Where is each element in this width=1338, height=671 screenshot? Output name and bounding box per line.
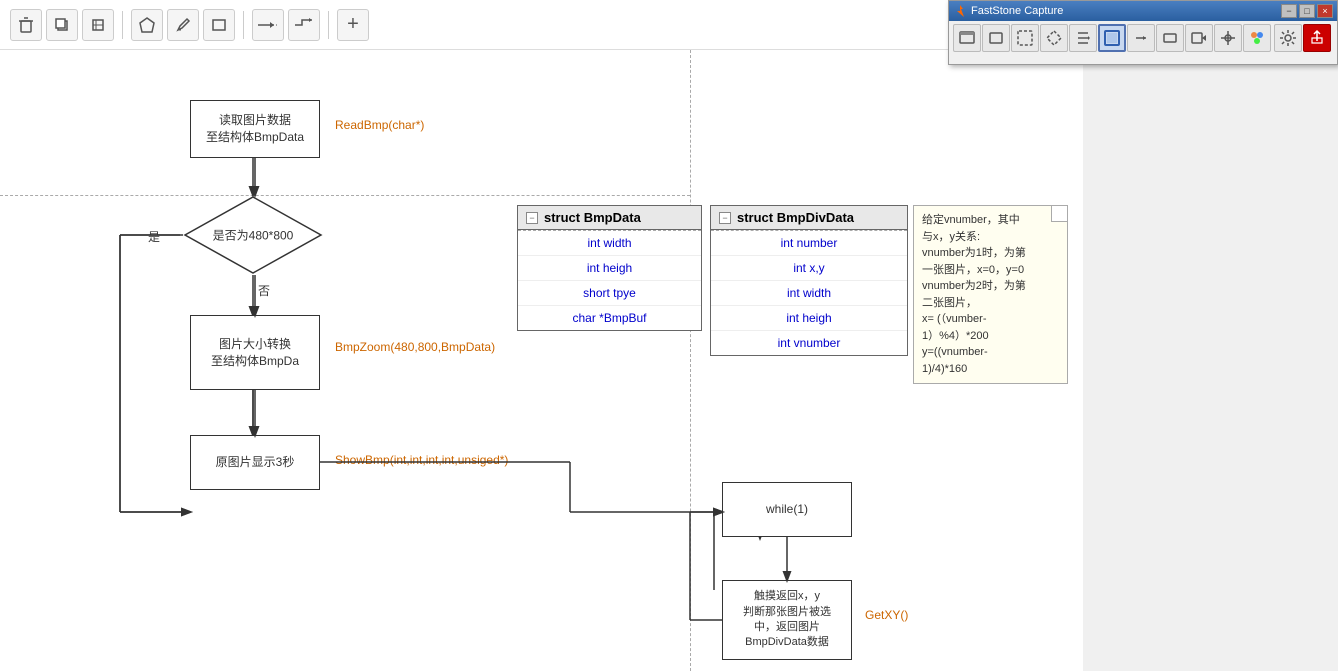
fs-scroll-btn[interactable] <box>1069 24 1097 52</box>
pen-button[interactable] <box>167 9 199 41</box>
struct-bmpdata-header: − struct BmpData <box>518 206 701 230</box>
fs-share-btn[interactable] <box>1303 24 1331 52</box>
struct-bmpdata-field-2: short tpye <box>518 281 701 306</box>
fs-color-btn[interactable] <box>1243 24 1271 52</box>
read-bmp-text: 读取图片数据至结构体BmpData <box>206 112 304 146</box>
separator-line-v <box>690 50 691 671</box>
fs-window-controls: − □ × <box>1281 4 1333 18</box>
separator2 <box>243 11 244 39</box>
fs-toolbar-buttons <box>949 21 1337 55</box>
diagram-toolbar: + <box>0 0 960 50</box>
fs-close-button[interactable]: × <box>1317 4 1333 18</box>
rect-button[interactable] <box>203 9 235 41</box>
fs-freehand-btn[interactable] <box>1040 24 1068 52</box>
while1-box: while(1) <box>722 482 852 537</box>
note-box: 给定vnumber，其中 与x，y关系: vnumber为1时，为第 一张图片，… <box>913 205 1068 384</box>
fs-screen-active-btn[interactable] <box>1098 24 1126 52</box>
showbmp-fn-label: ShowBmp(int,int,int,int,unsiged*) <box>335 453 508 467</box>
struct-bmpdata: − struct BmpData int width int heigh sho… <box>517 205 702 331</box>
getxy-fn-label: GetXY() <box>865 608 908 622</box>
bmpzoom-fn-label: BmpZoom(480,800,BmpData) <box>335 340 495 354</box>
fs-title-left: FastStone Capture <box>953 4 1063 18</box>
diagram-content: − struct BmpData int width int heigh sho… <box>0 50 1083 671</box>
delete-button[interactable] <box>10 9 42 41</box>
struct-bmpdivdata: − struct BmpDivData int number int x,y i… <box>710 205 908 356</box>
while1-text: while(1) <box>766 501 808 518</box>
main-canvas: + <box>0 0 1083 671</box>
struct-bmpdivdata-field-4: int vnumber <box>711 331 907 355</box>
separator-line-h1 <box>0 195 690 196</box>
struct-bmpdata-title: struct BmpData <box>544 210 641 225</box>
copy2-button[interactable] <box>82 9 114 41</box>
struct-bmpdata-field-3: char *BmpBuf <box>518 306 701 330</box>
fs-arrow-btn[interactable] <box>1127 24 1155 52</box>
fs-title-text: FastStone Capture <box>971 5 1063 17</box>
connector-button[interactable] <box>288 9 320 41</box>
struct-bmpdata-collapse[interactable]: − <box>526 212 538 224</box>
copy1-button[interactable] <box>46 9 78 41</box>
add-button[interactable]: + <box>337 9 369 41</box>
check-480-text: 是否为480*800 <box>213 227 294 244</box>
touch-return-box: 触摸返回x，y判断那张图片被选中，返回图片BmpDivData数据 <box>722 580 852 660</box>
zoom-bmp-text: 图片大小转换至结构体BmpDa <box>211 336 299 370</box>
faststone-icon <box>953 4 967 18</box>
fs-settings-btn[interactable] <box>1274 24 1302 52</box>
note-text: 给定vnumber，其中 与x，y关系: vnumber为1时，为第 一张图片，… <box>922 212 1059 377</box>
zoom-bmp-box: 图片大小转换至结构体BmpDa <box>190 315 320 390</box>
add-icon: + <box>347 13 359 36</box>
separator3 <box>328 11 329 39</box>
clear-button[interactable] <box>131 9 163 41</box>
readbmp-fn-label: ReadBmp(char*) <box>335 118 424 132</box>
fs-region-btn[interactable] <box>1011 24 1039 52</box>
no-label: 否 <box>258 282 270 299</box>
show-bmp-box: 原图片显示3秒 <box>190 435 320 490</box>
fs-crosshair-btn[interactable] <box>1214 24 1242 52</box>
fs-window-btn[interactable] <box>982 24 1010 52</box>
struct-bmpdata-field-0: int width <box>518 231 701 256</box>
note-fold <box>1051 206 1067 222</box>
fs-fixed-btn[interactable] <box>1156 24 1184 52</box>
separator1 <box>122 11 123 39</box>
read-bmp-box: 读取图片数据至结构体BmpData <box>190 100 320 158</box>
fs-active-window-btn[interactable] <box>953 24 981 52</box>
faststone-toolbar: FastStone Capture − □ × <box>948 0 1338 65</box>
fs-minimize-button[interactable]: − <box>1281 4 1297 18</box>
arrow-button[interactable] <box>252 9 284 41</box>
fs-video-btn[interactable] <box>1185 24 1213 52</box>
struct-bmpdata-field-1: int heigh <box>518 256 701 281</box>
show-bmp-text: 原图片显示3秒 <box>216 454 295 471</box>
struct-bmpdivdata-field-2: int width <box>711 281 907 306</box>
struct-bmpdivdata-field-3: int heigh <box>711 306 907 331</box>
struct-bmpdivdata-field-0: int number <box>711 231 907 256</box>
struct-bmpdivdata-header: − struct BmpDivData <box>711 206 907 230</box>
struct-bmpdivdata-field-1: int x,y <box>711 256 907 281</box>
check-480-diamond: 是否为480*800 <box>183 195 323 275</box>
struct-bmpdivdata-collapse[interactable]: − <box>719 212 731 224</box>
yes-label: 是 <box>148 228 160 245</box>
struct-bmpdivdata-title: struct BmpDivData <box>737 210 854 225</box>
fs-restore-button[interactable]: □ <box>1299 4 1315 18</box>
touch-return-text: 触摸返回x，y判断那张图片被选中，返回图片BmpDivData数据 <box>743 589 831 651</box>
fs-title-bar: FastStone Capture − □ × <box>949 1 1337 21</box>
